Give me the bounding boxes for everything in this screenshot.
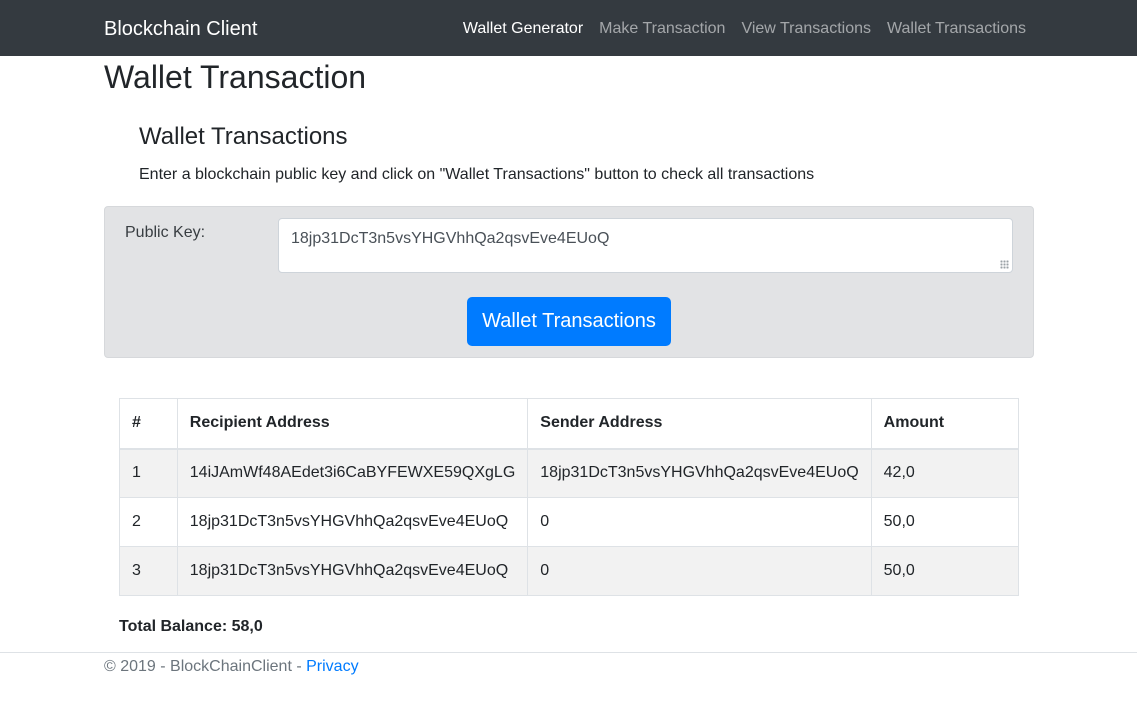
table-header-row: # Recipient Address Sender Address Amoun… (119, 398, 1020, 450)
instructions-text: Enter a blockchain public key and click … (139, 166, 815, 183)
total-balance-value: 58,0 (231, 618, 263, 635)
cell-amount: 50,0 (870, 497, 1020, 547)
cell-sender-address: 18jp31DcT3n5vsYHGVhhQa2qsvEve4EUoQ (527, 448, 872, 498)
footer-copyright: © 2019 - BlockChainClient - (104, 658, 307, 675)
table-row: 2 18jp31DcT3n5vsYHGVhhQa2qsvEve4EUoQ 0 5… (119, 497, 1020, 547)
nav-link-wallet-generator[interactable]: Wallet Generator (463, 18, 583, 40)
table-row: 1 14iJAmWf48AEdet3i6CaBYFEWXE59QXgLG 18j… (119, 448, 1020, 498)
cell-amount: 50,0 (870, 546, 1020, 596)
cell-sender-address: 0 (527, 497, 872, 547)
table-row: 3 18jp31DcT3n5vsYHGVhhQa2qsvEve4EUoQ 0 5… (119, 546, 1020, 596)
nav-link-view-transactions[interactable]: View Transactions (741, 18, 871, 40)
column-header-amount: Amount (870, 398, 1020, 450)
column-header-recipient: Recipient Address (176, 398, 529, 450)
cell-recipient-address: 18jp31DcT3n5vsYHGVhhQa2qsvEve4EUoQ (176, 497, 529, 547)
cell-recipient-address: 18jp31DcT3n5vsYHGVhhQa2qsvEve4EUoQ (176, 546, 529, 596)
nav-link-wallet-transactions[interactable]: Wallet Transactions (887, 18, 1026, 40)
cell-amount: 42,0 (870, 448, 1020, 498)
cell-index: 3 (119, 546, 178, 596)
cell-recipient-address: 14iJAmWf48AEdet3i6CaBYFEWXE59QXgLG (176, 448, 529, 498)
privacy-link[interactable]: Privacy (306, 658, 358, 675)
textarea-resize-handle-icon[interactable] (1000, 260, 1009, 269)
transactions-table: # Recipient Address Sender Address Amoun… (119, 398, 1020, 596)
footer-divider (0, 652, 1137, 653)
public-key-form-panel: Public Key: 18jp31DcT3n5vsYHGVhhQa2qsvEv… (104, 206, 1034, 358)
top-navbar: Blockchain Client Wallet Generator Make … (0, 0, 1137, 56)
nav-link-make-transaction[interactable]: Make Transaction (599, 18, 725, 40)
cell-index: 2 (119, 497, 178, 547)
cell-sender-address: 0 (527, 546, 872, 596)
public-key-label: Public Key: (125, 224, 206, 241)
cell-index: 1 (119, 448, 178, 498)
footer: © 2019 - BlockChainClient - Privacy (104, 657, 359, 677)
wallet-transactions-button[interactable]: Wallet Transactions (467, 297, 671, 346)
column-header-sender: Sender Address (527, 398, 872, 450)
brand-logo-text[interactable]: Blockchain Client (104, 16, 257, 42)
public-key-input[interactable]: 18jp31DcT3n5vsYHGVhhQa2qsvEve4EUoQ (278, 218, 1013, 273)
total-balance-label: Total Balance: (119, 618, 228, 635)
column-header-index: # (119, 398, 178, 450)
total-balance: Total Balance: 58,0 (119, 617, 263, 637)
page-title: Wallet Transaction (104, 59, 367, 95)
nav-links: Wallet Generator Make Transaction View T… (463, 18, 1026, 40)
section-title: Wallet Transactions (139, 123, 348, 150)
